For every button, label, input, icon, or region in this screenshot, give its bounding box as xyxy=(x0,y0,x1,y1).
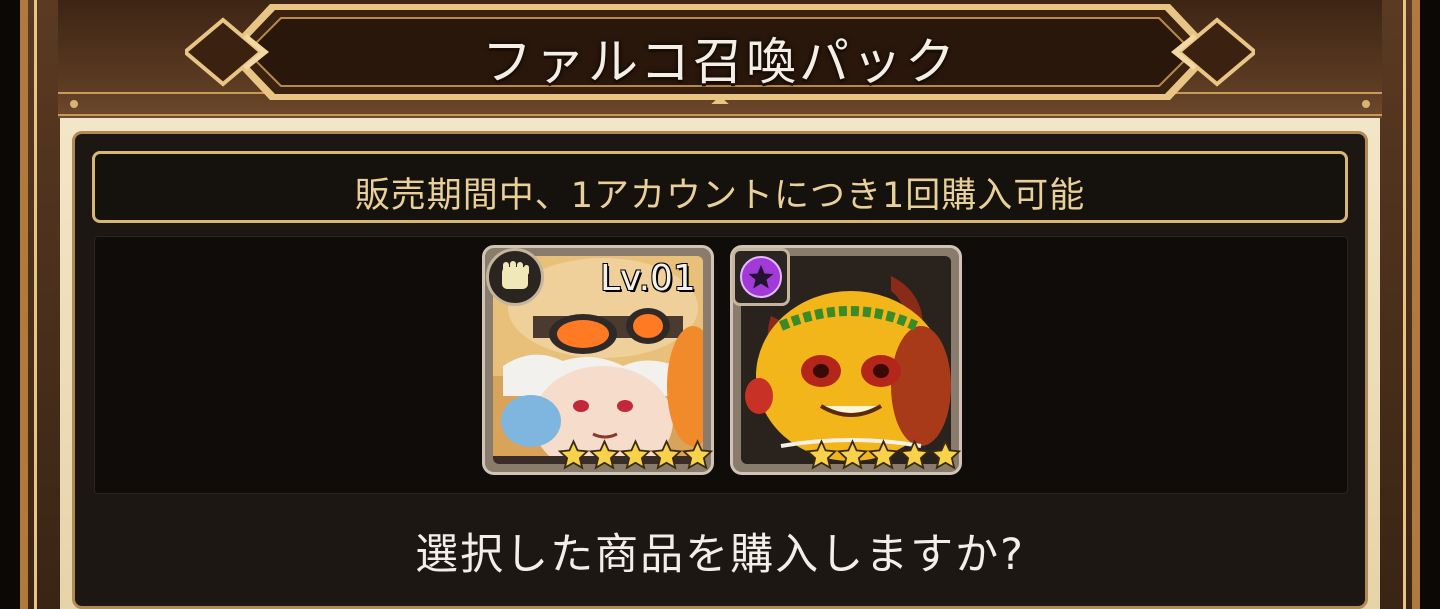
items-area xyxy=(94,236,1348,494)
rivet-dot xyxy=(70,100,78,108)
star-icon xyxy=(558,439,589,470)
star-icon xyxy=(868,439,899,470)
star-icon xyxy=(837,439,868,470)
star-icon xyxy=(899,439,930,470)
notice-text: 販売期間中、1アカウントにつき1回購入可能 xyxy=(354,176,1086,216)
purchase-limit-notice: 販売期間中、1アカウントにつき1回購入可能 xyxy=(92,151,1348,223)
star-icon xyxy=(930,439,961,470)
star-icon xyxy=(806,439,837,470)
header-divider-lower xyxy=(58,114,1382,116)
hero-star-rating xyxy=(558,438,713,472)
star-icon xyxy=(651,439,682,470)
level-label: Lv.01 xyxy=(600,258,696,299)
purple-star-icon xyxy=(732,248,790,306)
title-banner: ファルコ召喚パック xyxy=(185,0,1255,104)
pet-star-rating xyxy=(806,438,961,472)
star-icon xyxy=(620,439,651,470)
fist-icon xyxy=(486,248,544,306)
star-icon xyxy=(682,439,713,470)
confirm-question: 選択した商品を購入しますか? xyxy=(415,530,1025,580)
rivet-dot xyxy=(1362,100,1370,108)
star-icon xyxy=(589,439,620,470)
dialog-title: ファルコ召喚パック xyxy=(482,33,958,91)
